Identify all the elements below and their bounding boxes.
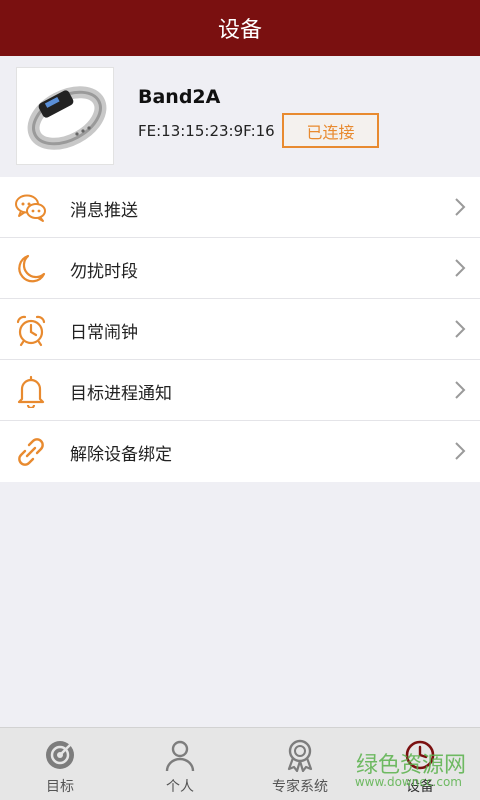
menu-item-goal-progress[interactable]: 目标进程通知: [0, 360, 480, 421]
menu-item-label: 消息推送: [70, 201, 138, 221]
menu-item-label: 勿扰时段: [70, 262, 138, 282]
person-icon: [165, 740, 195, 772]
menu-item-label: 目标进程通知: [70, 384, 172, 404]
moon-icon: [18, 254, 46, 283]
tab-personal[interactable]: 个人: [120, 728, 240, 800]
app-header: 设备: [0, 0, 480, 56]
device-name: Band2A: [138, 86, 221, 108]
tab-label: 专家系统: [272, 779, 328, 795]
settings-menu: 消息推送 勿扰时段 日常闹钟 目标进程通知 解除设备绑定: [0, 177, 480, 482]
connection-status-badge[interactable]: 已连接: [282, 113, 379, 148]
chevron-right-icon: [455, 442, 466, 460]
watermark-url: www.downcc.com: [354, 775, 462, 789]
award-icon: [287, 739, 313, 772]
link-icon: [18, 438, 44, 466]
device-mac-address: FE:13:15:23:9F:16: [138, 122, 275, 140]
tab-label: 目标: [46, 779, 74, 795]
chevron-right-icon: [455, 381, 466, 399]
tab-expert-system[interactable]: 专家系统: [240, 728, 360, 800]
target-icon: [46, 741, 74, 769]
wristband-icon: [27, 86, 107, 150]
menu-item-do-not-disturb[interactable]: 勿扰时段: [0, 238, 480, 299]
chevron-right-icon: [455, 198, 466, 216]
device-image: [16, 67, 114, 165]
device-card[interactable]: Band2A FE:13:15:23:9F:16 已连接: [0, 56, 480, 177]
page-title: 设备: [217, 18, 262, 43]
chevron-right-icon: [455, 320, 466, 338]
menu-item-message-push[interactable]: 消息推送: [0, 177, 480, 238]
bell-icon: [17, 375, 45, 408]
tab-goal[interactable]: 目标: [0, 728, 120, 800]
alarm-clock-icon: [16, 315, 46, 347]
chevron-right-icon: [455, 259, 466, 277]
menu-item-label: 日常闹钟: [70, 323, 138, 343]
menu-item-label: 解除设备绑定: [70, 445, 172, 465]
message-push-icon: [15, 194, 46, 222]
menu-item-daily-alarm[interactable]: 日常闹钟: [0, 299, 480, 360]
tab-label: 个人: [166, 779, 194, 795]
menu-item-unbind-device[interactable]: 解除设备绑定: [0, 421, 480, 482]
